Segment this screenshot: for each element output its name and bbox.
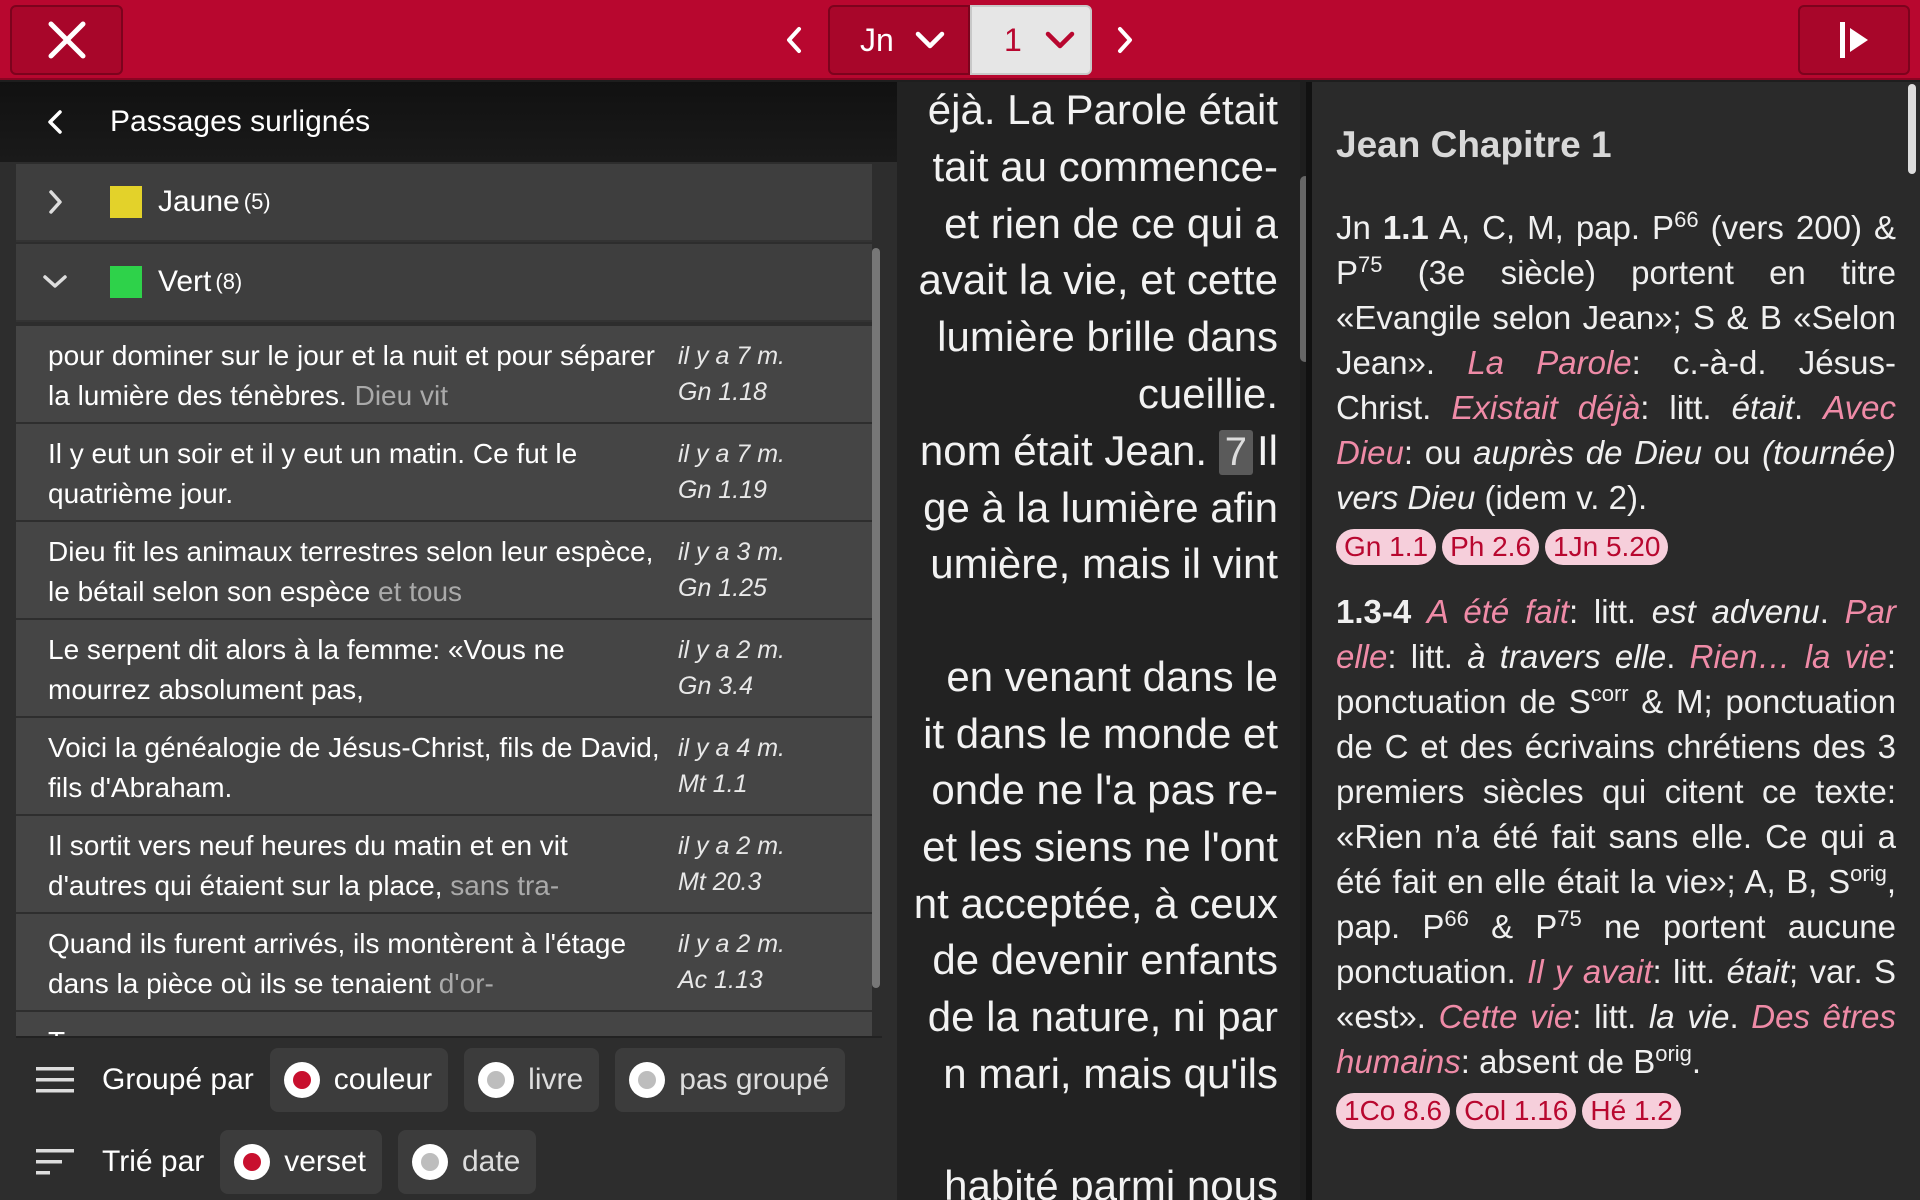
text-line: nt acceptée, à ceux (913, 880, 1278, 927)
cross-references: 1Co 8.6 Col 1.16 Hé 1.2 (1336, 1086, 1896, 1131)
sort-icon (36, 1149, 74, 1175)
text-line: it dans le monde et (923, 710, 1278, 757)
group-by-row: Groupé par couleur livre pas groupé (16, 1048, 861, 1112)
highlight-list: pour dominer sur le jour et la nuit et p… (16, 326, 872, 1116)
item-meta: il y a 3 m. Gn 1.25 (678, 538, 785, 602)
item-meta: il y a 2 m. Ac 1.13 (678, 930, 785, 994)
group-by-none-radio[interactable]: pas groupé (615, 1048, 846, 1112)
sort-by-label: Trié par (102, 1145, 205, 1178)
item-text: Voici la généalogie de Jésus-Christ, fil… (48, 732, 660, 803)
text-line: ge à la lumière afin (923, 484, 1278, 531)
list-scrollbar[interactable] (872, 248, 880, 988)
item-meta: il y a 7 m. Gn 1.19 (678, 440, 785, 504)
chevron-right-icon (49, 190, 62, 214)
list-item[interactable]: pour dominer sur le jour et la nuit et p… (16, 326, 872, 424)
item-text: Il sortit vers neuf heures du matin et e… (48, 830, 568, 901)
text-line: de la nature, ni par (927, 993, 1278, 1040)
sort-by-row: Trié par verset date (16, 1130, 552, 1194)
previous-chapter-button[interactable] (769, 12, 819, 68)
cross-ref-tag[interactable]: Gn 1.1 (1336, 529, 1437, 565)
text-line: et les siens ne l'ont (922, 823, 1278, 870)
text-line: lumière brille dans (937, 313, 1278, 360)
item-text: Le serpent dit alors à la femme: «Vous n… (48, 634, 565, 705)
book-selector[interactable]: Jn (828, 5, 970, 75)
note-paragraph: 1.3-4 A été fait: litt. est advenu. Par … (1336, 589, 1896, 1131)
item-meta: il y a 2 m. Mt 20.3 (678, 832, 785, 896)
next-chapter-button[interactable] (1100, 12, 1150, 68)
cross-ref-tag[interactable]: Col 1.16 (1456, 1093, 1577, 1129)
group-by-color-radio[interactable]: couleur (269, 1048, 449, 1112)
group-count: (5) (243, 189, 271, 214)
chevron-right-icon (1118, 27, 1132, 53)
list-item[interactable]: Dieu fit les animaux terrestres selon le… (16, 522, 872, 620)
chevron-left-icon (48, 110, 62, 134)
text-line: n mari, mais qu'ils (943, 1050, 1278, 1097)
highlights-panel: Passages surlignés Jaune (5) Vert (8) po… (0, 82, 897, 1200)
item-meta: il y a 4 m. Mt 1.1 (678, 734, 785, 798)
notes-title: Jean Chapitre 1 (1336, 124, 1612, 165)
notes-scrollbar[interactable] (1908, 84, 1916, 174)
sort-by-verse-radio[interactable]: verset (220, 1130, 382, 1194)
text-line: de devenir enfants (932, 936, 1278, 983)
book-label: Jn (860, 21, 894, 58)
item-text: Quand ils furent arrivés, ils montèrent … (48, 928, 627, 999)
item-meta: il y a 7 m. Gn 1.18 (678, 342, 785, 406)
green-swatch (110, 266, 142, 298)
yellow-swatch (110, 186, 142, 218)
cross-ref-tag[interactable]: Hé 1.2 (1582, 1093, 1681, 1129)
list-item[interactable]: Le serpent dit alors à la femme: «Vous n… (16, 620, 872, 718)
cross-references: Gn 1.1 Ph 2.6 1Jn 5.20 (1336, 522, 1896, 567)
group-yellow[interactable]: Jaune (5) (16, 164, 872, 242)
verse-number[interactable]: 7 (1218, 430, 1253, 475)
list-item[interactable]: Voici la généalogie de Jésus-Christ, fil… (16, 718, 872, 816)
menu-icon (36, 1067, 74, 1093)
cross-ref-tag[interactable]: 1Jn 5.20 (1545, 529, 1669, 565)
item-text: pour dominer sur le jour et la nuit et p… (48, 340, 655, 411)
close-icon (48, 21, 85, 59)
note-paragraph: Jn 1.1 A, C, M, pap. P66 (vers 200) & P7… (1336, 205, 1896, 567)
panel-title: Passages surlignés (110, 105, 371, 138)
group-name: Jaune (158, 185, 240, 218)
text-line: tait au commence- (932, 143, 1278, 190)
chevron-down-icon (915, 31, 945, 49)
text-line: et rien de ce qui a (944, 200, 1278, 247)
chapter-label: 1 (1004, 21, 1022, 58)
list-options-bar: Groupé par couleur livre pas groupé Trié… (16, 1036, 882, 1200)
text-line: umière, mais il vint (930, 540, 1278, 587)
text-line: en venant dans le (946, 653, 1278, 700)
group-name: Vert (158, 265, 212, 298)
list-item[interactable]: Il sortit vers neuf heures du matin et e… (16, 816, 872, 914)
toggle-panel-button[interactable] (1798, 5, 1910, 75)
item-text: Il y eut un soir et il y eut un matin. C… (48, 438, 578, 509)
group-by-label: Groupé par (102, 1063, 254, 1096)
text-line: onde ne l'a pas re- (931, 766, 1278, 813)
study-notes-pane[interactable]: Jean Chapitre 1 Jn 1.1 A, C, M, pap. P66… (1312, 82, 1920, 1200)
item-meta: il y a 2 m. Gn 3.4 (678, 636, 785, 700)
back-button[interactable] (0, 107, 110, 137)
text-line: cueillie. (1137, 370, 1278, 417)
text-line: habité parmi nous (944, 1162, 1278, 1200)
group-by-book-radio[interactable]: livre (464, 1048, 600, 1112)
play-bar-icon (1840, 22, 1868, 58)
sort-by-date-radio[interactable]: date (397, 1130, 537, 1194)
notes-body: Jean Chapitre 1 Jn 1.1 A, C, M, pap. P66… (1336, 122, 1896, 1153)
cross-ref-tag[interactable]: 1Co 8.6 (1336, 1093, 1451, 1129)
chevron-down-icon (1045, 31, 1075, 49)
top-bar: Jn 1 (0, 0, 1920, 80)
list-item[interactable]: Il y eut un soir et il y eut un matin. C… (16, 424, 872, 522)
close-button[interactable] (10, 5, 123, 75)
group-count: (8) (215, 269, 243, 294)
group-green[interactable]: Vert (8) (16, 244, 872, 322)
item-text: Dieu fit les animaux terrestres selon le… (48, 536, 654, 607)
text-line: avait la vie, et cette (918, 256, 1278, 303)
chevron-left-icon (787, 27, 801, 53)
list-item[interactable]: Quand ils furent arrivés, ils montèrent … (16, 914, 872, 1012)
cross-ref-tag[interactable]: Ph 2.6 (1442, 529, 1540, 565)
text-line: éjà. La Parole était (927, 86, 1278, 133)
text-line-verse: nom était Jean. 7 Il (919, 427, 1278, 475)
chevron-down-icon (43, 275, 67, 288)
chapter-selector[interactable]: 1 (970, 5, 1092, 75)
bible-text-view[interactable]: éjà. La Parole était tait au commence- e… (897, 82, 1300, 1200)
panel-header: Passages surlignés (0, 82, 897, 162)
